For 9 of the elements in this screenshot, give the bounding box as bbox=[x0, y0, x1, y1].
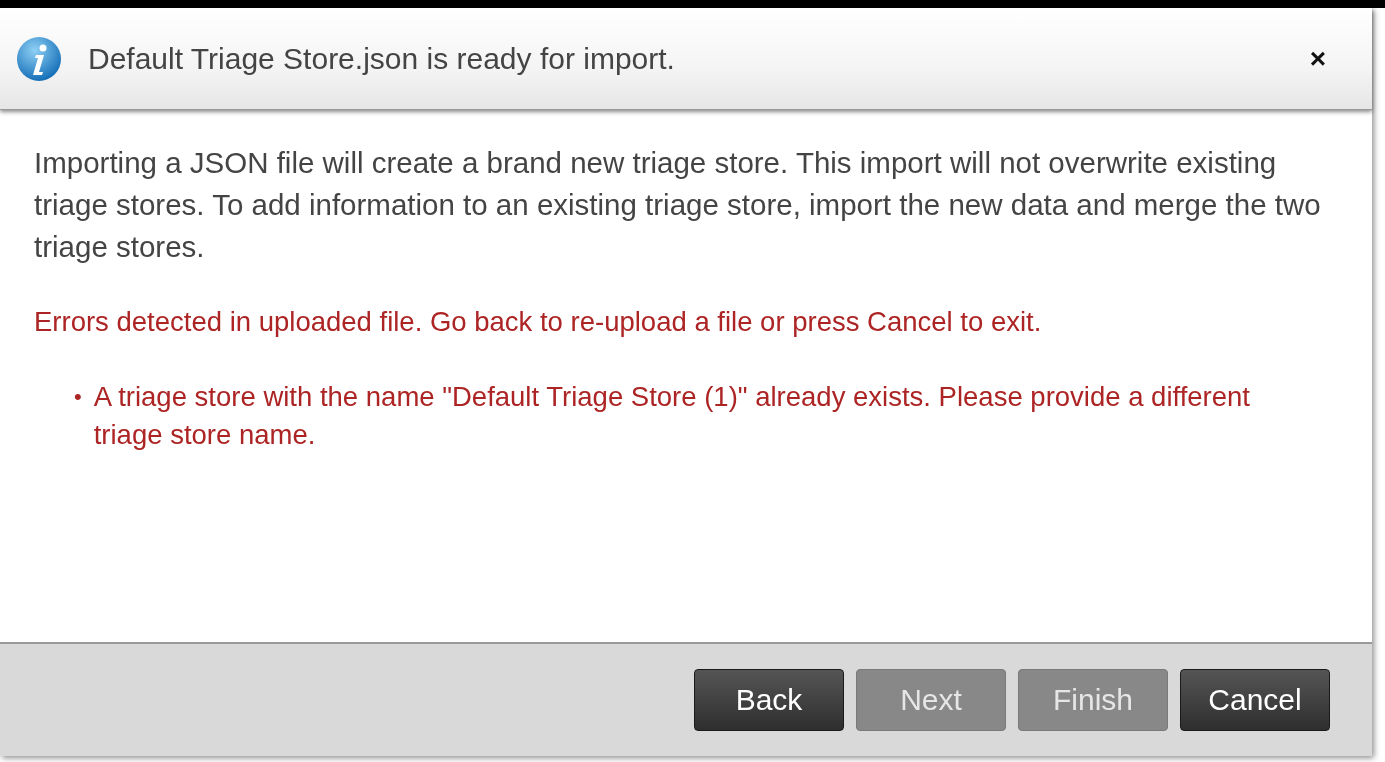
wizard-button[interactable]: Cancel bbox=[1180, 669, 1330, 731]
bullet: • bbox=[74, 383, 82, 411]
info-icon bbox=[16, 35, 62, 82]
error-message: Errors detected in uploaded file. Go back to re-upload a file or press Cancel to exit. bbox=[34, 305, 1043, 339]
wizard-button[interactable]: Back bbox=[694, 669, 844, 731]
error-item: A triage store with the name "Default Triage Store (1)" already exists. Please provide a different triage store name. bbox=[93, 380, 1251, 452]
description-text: Importing a JSON file will create a brand new triage store. This import will not overwrite existing triage stores. To add information to an existing triage store, import the new data and merge the two triage stores. bbox=[34, 145, 1322, 265]
close-button[interactable]: × bbox=[1305, 44, 1330, 73]
dialog-message: Default Triage Store.json is ready for import. bbox=[88, 41, 676, 76]
